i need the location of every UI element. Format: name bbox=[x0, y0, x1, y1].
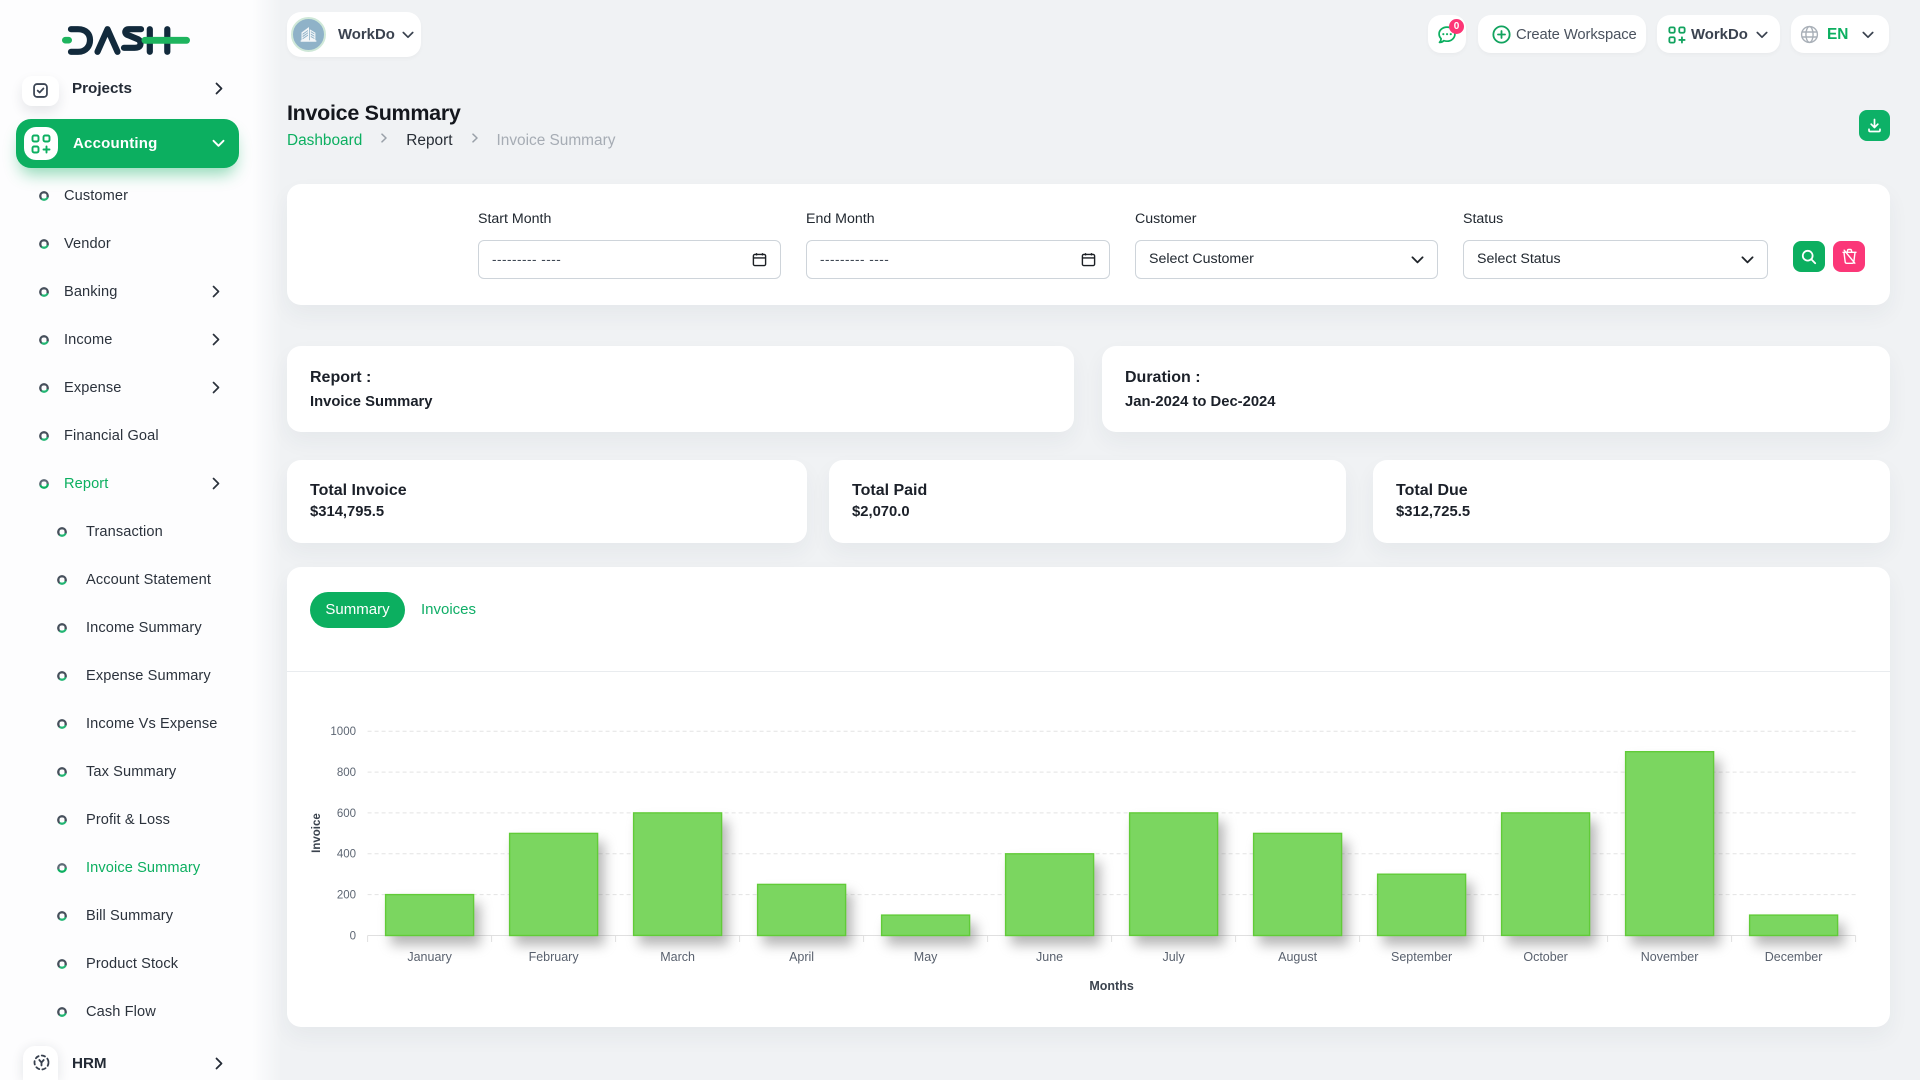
svg-text:0: 0 bbox=[350, 930, 356, 942]
svg-text:September: September bbox=[1391, 950, 1452, 964]
svg-text:May: May bbox=[914, 950, 938, 964]
svg-text:800: 800 bbox=[337, 767, 356, 779]
svg-text:1000: 1000 bbox=[330, 726, 356, 738]
svg-text:Months: Months bbox=[1089, 979, 1133, 993]
svg-text:October: October bbox=[1523, 950, 1567, 964]
svg-text:200: 200 bbox=[337, 889, 356, 901]
svg-text:November: November bbox=[1641, 950, 1699, 964]
svg-text:Invoice: Invoice bbox=[311, 813, 323, 853]
svg-text:December: December bbox=[1765, 950, 1823, 964]
svg-text:August: August bbox=[1278, 950, 1317, 964]
svg-text:600: 600 bbox=[337, 808, 356, 820]
svg-text:July: July bbox=[1162, 950, 1185, 964]
svg-text:February: February bbox=[529, 950, 580, 964]
svg-text:April: April bbox=[789, 950, 814, 964]
svg-text:March: March bbox=[660, 950, 695, 964]
svg-text:June: June bbox=[1036, 950, 1063, 964]
svg-text:January: January bbox=[407, 950, 452, 964]
svg-text:400: 400 bbox=[337, 849, 356, 861]
